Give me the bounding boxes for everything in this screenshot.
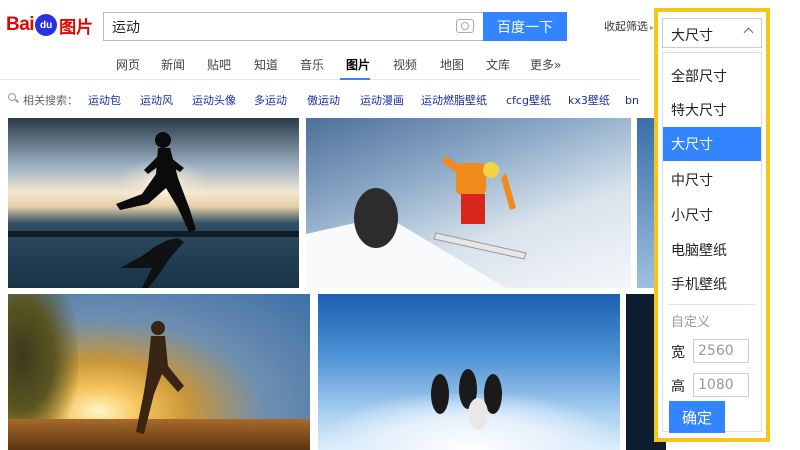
result-image-runner-field[interactable] <box>8 294 310 450</box>
confirm-button[interactable]: 确定 <box>669 401 725 433</box>
tab-web[interactable]: 网页 <box>116 56 140 73</box>
related-searches-label: 相关搜索： <box>23 94 78 107</box>
tab-zhidao[interactable]: 知道 <box>254 56 278 73</box>
search-icon <box>8 93 16 101</box>
tab-wenku[interactable]: 文库 <box>486 56 510 73</box>
width-input[interactable]: 2560 <box>693 339 749 363</box>
camera-icon[interactable] <box>456 19 474 33</box>
size-select-value: 大尺寸 <box>671 28 713 44</box>
chevron-up-icon <box>743 27 754 38</box>
related-link[interactable]: 运动燃脂壁纸 <box>421 92 487 108</box>
related-link[interactable]: 多运动 <box>254 92 287 108</box>
size-select[interactable]: 大尺寸 <box>662 18 762 48</box>
search-query: 运动 <box>112 20 140 36</box>
tab-news[interactable]: 新闻 <box>161 56 185 73</box>
related-link[interactable]: 运动包 <box>88 92 121 108</box>
tab-more[interactable]: 更多» <box>530 56 561 73</box>
size-option-all[interactable]: 全部尺寸 <box>663 59 761 93</box>
related-link[interactable]: 运动头像 <box>192 92 236 108</box>
collapse-filter-toggle[interactable]: 收起筛选 ▸ <box>604 18 654 34</box>
width-label: 宽 <box>671 345 685 361</box>
baidu-image-logo[interactable]: Bai du 图片 <box>6 10 93 40</box>
tab-images[interactable]: 图片 <box>346 56 370 73</box>
size-option-large[interactable]: 大尺寸 <box>663 127 761 161</box>
logo-text-images: 图片 <box>59 17 94 38</box>
related-link[interactable]: 运动风 <box>140 92 173 108</box>
related-link[interactable]: bnnn壁纸 <box>625 92 640 108</box>
category-tabs: 网页 新闻 贴吧 知道 音乐 图片 视频 地图 文库 更多» <box>0 50 640 80</box>
tab-map[interactable]: 地图 <box>440 56 464 73</box>
related-link[interactable]: kx3壁纸 <box>568 92 610 108</box>
size-option-phone-wallpaper[interactable]: 手机壁纸 <box>663 267 761 301</box>
runner-silhouette <box>116 132 196 288</box>
size-option-small[interactable]: 小尺寸 <box>663 198 761 232</box>
related-link[interactable]: cfcg壁纸 <box>506 92 551 108</box>
tab-music[interactable]: 音乐 <box>300 56 324 73</box>
runner-figure <box>136 321 184 434</box>
custom-size-label: 自定义 <box>671 315 711 330</box>
related-link[interactable]: 傲运动 <box>307 92 340 108</box>
collapse-filter-label: 收起筛选 <box>604 20 648 33</box>
search-input[interactable]: 运动 <box>103 12 483 41</box>
related-searches: 相关搜索： 运动包 运动风 运动头像 多运动 傲运动 运动漫画 运动燃脂壁纸 c… <box>0 88 640 110</box>
logo-text-bai: Bai <box>6 14 35 35</box>
size-option-desktop-wallpaper[interactable]: 电脑壁纸 <box>663 233 761 267</box>
custom-divider <box>669 304 755 305</box>
size-option-medium[interactable]: 中尺寸 <box>663 163 761 197</box>
snowboarder-figure <box>354 156 527 260</box>
tab-tieba[interactable]: 贴吧 <box>207 56 231 73</box>
paw-icon: du <box>35 14 58 36</box>
size-option-extra-large[interactable]: 特大尺寸 <box>663 93 761 127</box>
skydivers-figures <box>431 369 502 430</box>
size-dropdown-highlight: 大尺寸 全部尺寸 特大尺寸 大尺寸 中尺寸 小尺寸 电脑壁纸 手机壁纸 自定义 … <box>654 8 770 442</box>
result-image-skydivers[interactable] <box>318 294 620 450</box>
height-input[interactable]: 1080 <box>693 373 749 397</box>
search-button[interactable]: 百度一下 <box>483 12 567 41</box>
size-options-panel: 全部尺寸 特大尺寸 大尺寸 中尺寸 小尺寸 电脑壁纸 手机壁纸 自定义 宽 25… <box>662 52 762 433</box>
result-image-snowboarder[interactable] <box>306 118 631 288</box>
tab-video[interactable]: 视频 <box>393 56 417 73</box>
related-link[interactable]: 运动漫画 <box>360 92 404 108</box>
height-label: 高 <box>671 379 685 395</box>
active-tab-indicator <box>340 78 370 80</box>
result-image-runner-sunset[interactable] <box>8 118 299 288</box>
